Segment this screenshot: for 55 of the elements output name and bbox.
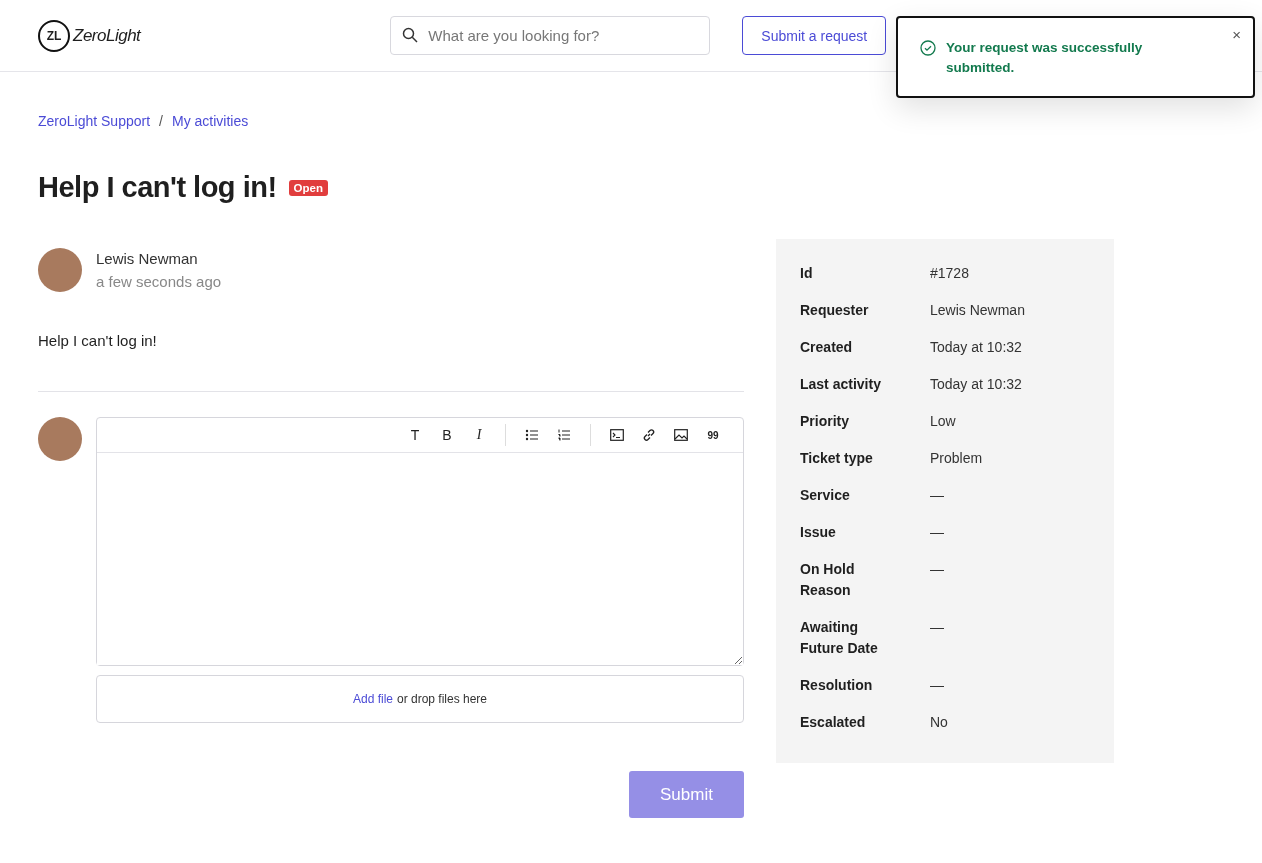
detail-value: No <box>930 713 949 732</box>
breadcrumb-separator: / <box>159 113 163 129</box>
add-file-link[interactable]: Add file <box>352 692 393 706</box>
close-button[interactable]: × <box>1232 26 1241 43</box>
detail-label: Service <box>800 486 851 505</box>
link-icon[interactable] <box>642 428 656 442</box>
check-circle-icon <box>920 40 936 56</box>
detail-label: Priority <box>800 412 850 431</box>
avatar <box>38 417 82 461</box>
detail-value: #1728 <box>930 264 970 283</box>
detail-label: Requester <box>800 301 870 320</box>
ticket-title: Help I can't log in! <box>38 171 277 204</box>
detail-value: — <box>930 676 945 695</box>
comment-editor[interactable]: T B I 99 <box>96 417 744 666</box>
submit-request-button[interactable]: Submit a request <box>742 16 887 55</box>
post-time: a few seconds ago <box>96 272 222 292</box>
status-badge: Open <box>288 179 328 196</box>
terminal-icon[interactable] <box>610 429 624 441</box>
format-button[interactable]: B <box>431 424 463 446</box>
logo-wordmark[interactable]: ZeroLight <box>73 25 141 46</box>
detail-label: Last activity <box>800 375 882 394</box>
search-field[interactable]: What are you looking for? <box>390 16 711 55</box>
detail-label: Escalated <box>800 713 867 732</box>
detail-label: Created <box>800 338 854 357</box>
detail-value: Today at 10:32 <box>930 338 1023 357</box>
format-button[interactable]: T <box>399 424 431 446</box>
post-body: Help I can't log in! <box>38 332 744 392</box>
numbered-list-icon[interactable] <box>557 429 571 441</box>
detail-label: On Hold Reason <box>800 560 856 600</box>
detail-label: Resolution <box>800 676 874 695</box>
author-name: Lewis Newman <box>96 249 199 269</box>
detail-value: — <box>930 560 945 579</box>
quote-button[interactable]: 99 <box>697 424 729 446</box>
detail-value: — <box>930 618 945 637</box>
logo-mark[interactable]: ZL <box>38 19 70 52</box>
detail-value: — <box>930 523 945 542</box>
detail-label: Ticket type <box>800 449 874 468</box>
breadcrumb-link[interactable]: ZeroLight Support <box>38 113 151 129</box>
search-icon <box>402 27 419 43</box>
drop-hint: or drop files here <box>397 692 488 706</box>
detail-label: Awaiting Future Date <box>800 618 879 658</box>
detail-value: — <box>930 486 945 505</box>
detail-value: Low <box>930 412 957 431</box>
toast-message: Your request was successfully submitted. <box>946 39 1144 77</box>
bulleted-list-icon[interactable] <box>525 429 539 441</box>
image-icon[interactable] <box>674 429 688 441</box>
breadcrumb-link[interactable]: My activities <box>171 113 249 129</box>
detail-label: Issue <box>800 523 837 542</box>
detail-value: Today at 10:32 <box>930 375 1023 394</box>
format-button[interactable]: I <box>463 424 495 446</box>
avatar <box>38 248 82 292</box>
detail-value: Lewis Newman <box>930 301 1026 320</box>
detail-label: Id <box>800 264 814 283</box>
file-drop-zone[interactable]: Add file or drop files here <box>96 675 744 723</box>
detail-value: Problem <box>930 449 984 468</box>
